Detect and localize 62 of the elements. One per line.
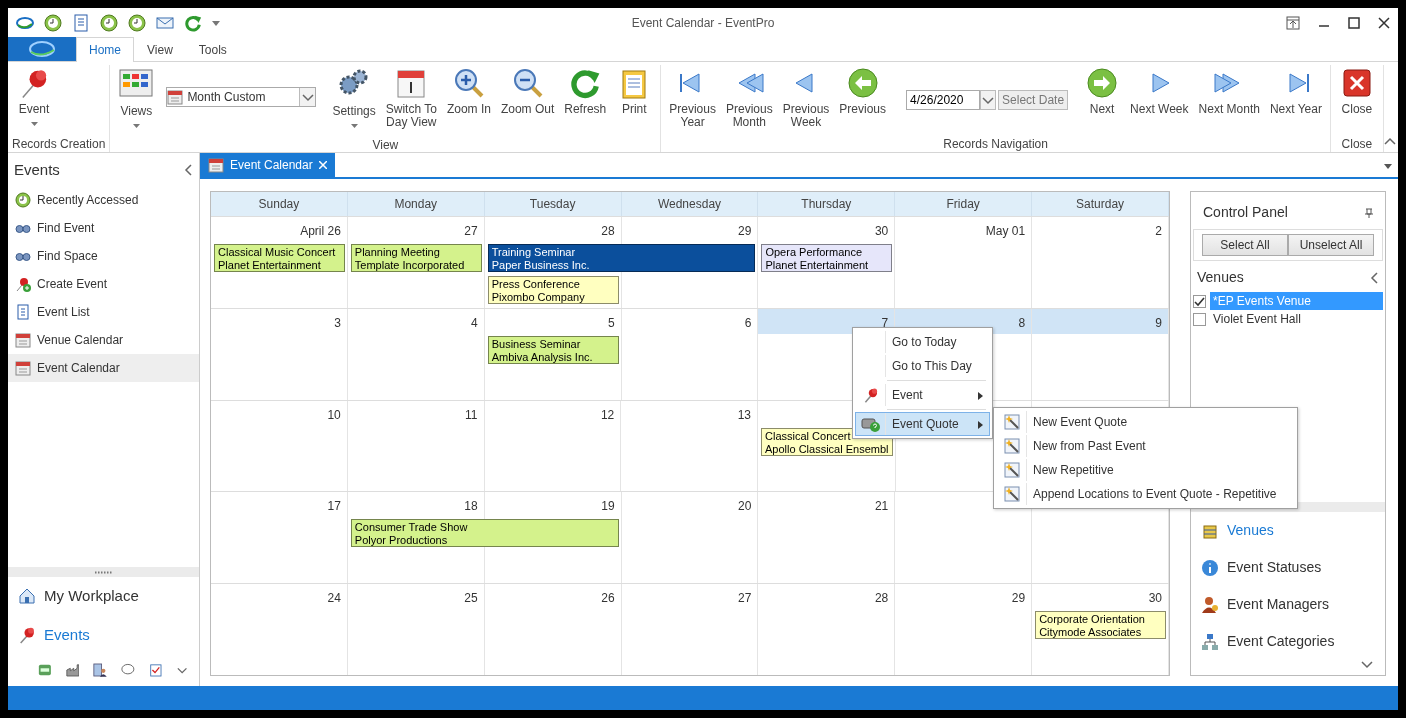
date-label: 30	[873, 223, 890, 240]
date-label: 24	[326, 590, 342, 608]
event-title: Training Seminar	[491, 246, 577, 259]
date-label: 2	[1154, 223, 1163, 240]
date-label: 29	[1010, 590, 1027, 608]
date-label: 5	[606, 314, 616, 332]
weekday-header: Saturday	[1032, 192, 1169, 216]
event-title: Planning Meeting	[354, 246, 441, 259]
event-title: Business Seminar	[491, 337, 582, 351]
event-title: Classical Music Concert	[218, 246, 337, 259]
date-label: 3	[333, 314, 342, 332]
date-label: 25	[463, 590, 479, 608]
group-label: View	[372, 137, 399, 153]
date-label: 13	[736, 406, 752, 424]
date-label: 4	[470, 314, 479, 332]
date-label: April 26	[299, 223, 342, 240]
event-client: Apollo Classical Ensembl	[765, 442, 889, 456]
date-label: 28	[600, 223, 616, 240]
weekday-header: Sunday	[211, 192, 348, 216]
window-title: Event Calendar - EventPro	[630, 15, 776, 32]
date-label: 11	[464, 406, 479, 424]
event-client: Template Incorporated	[354, 259, 466, 272]
event-client: Citymode Associates	[1039, 626, 1143, 640]
date-label: 27	[737, 590, 753, 608]
date-label: 9	[1032, 308, 1168, 334]
group-label: Close	[1341, 136, 1373, 152]
event-title: Consumer Trade Show	[354, 521, 469, 535]
date-label: 20	[737, 498, 753, 516]
group-label: Records Navigation	[943, 136, 1048, 152]
pane-title: Events	[14, 160, 60, 180]
date-label: 30	[1147, 590, 1163, 608]
event-title: Corporate Orientation	[1039, 613, 1146, 627]
group-label: Records Creation	[12, 136, 106, 152]
date-label: May 01	[984, 223, 1027, 240]
date-label: 7	[758, 308, 895, 334]
date-label: 19	[600, 498, 616, 516]
event-client: Ambiva Analysis Inc.	[491, 350, 594, 364]
weekday-header: Wednesday	[621, 192, 759, 216]
weekday-header: Tuesday	[484, 192, 622, 216]
date-label: 10	[326, 406, 342, 424]
date-label: 27	[463, 223, 479, 240]
date-label: 6	[743, 314, 753, 332]
panel-title: Control Panel	[1203, 203, 1288, 222]
date-label: 12	[599, 406, 616, 424]
event-client: Pixombo Company	[491, 291, 586, 304]
event-client: Planet Entertainment	[218, 259, 322, 272]
date-label: 29	[737, 223, 753, 240]
event-client: Planet Entertainment	[765, 259, 870, 272]
date-label: 26	[600, 590, 616, 608]
date-label: 17	[326, 498, 342, 516]
date-label: 21	[873, 498, 890, 516]
event-title: Classical Concert	[765, 429, 852, 443]
weekday-header: Monday	[347, 192, 485, 216]
event-title: Opera Performance	[765, 246, 864, 259]
weekday-header: Thursday	[758, 192, 896, 216]
date-label: 18	[463, 498, 479, 516]
event-client: Polyor Productions	[354, 534, 449, 548]
event-title: Press Conference	[491, 278, 581, 291]
event-client: Paper Business Inc.	[491, 259, 591, 272]
date-label: 28	[873, 590, 890, 608]
section-title: Venues	[1197, 268, 1244, 287]
weekday-header: Friday	[895, 192, 1033, 216]
